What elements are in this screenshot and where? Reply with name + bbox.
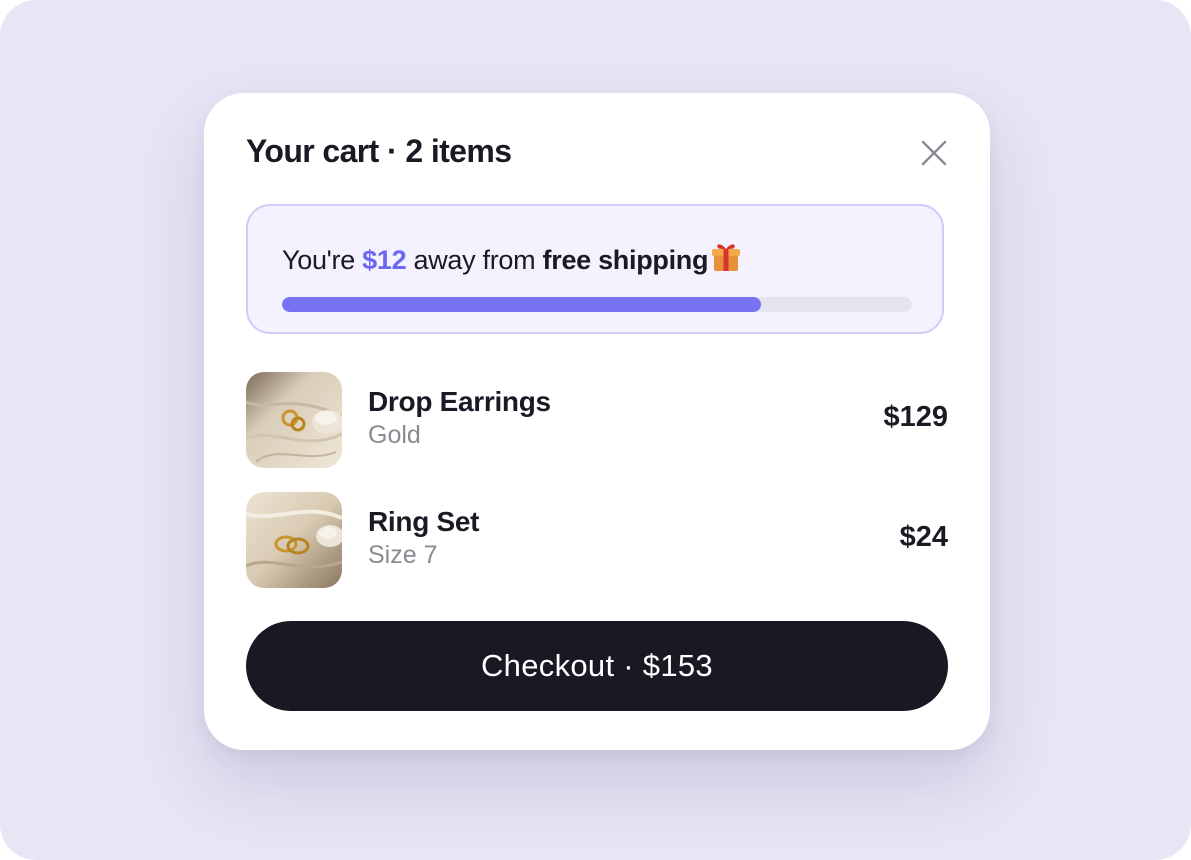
free-shipping-label: free shipping: [542, 245, 709, 275]
shipping-progress-fill: [282, 297, 761, 312]
shipping-remaining-amount: $12: [362, 245, 407, 275]
cart-item[interactable]: Ring Set Size 7 $24: [246, 492, 948, 588]
shipping-middle: away from: [406, 245, 543, 275]
cart-title: Your cart · 2 items: [246, 133, 512, 169]
free-shipping-banner: You're $12 away from free shipping: [246, 204, 944, 334]
item-name: Ring Set: [368, 506, 480, 537]
cart-item[interactable]: Drop Earrings Gold $129: [246, 372, 948, 468]
free-shipping-message: You're $12 away from free shipping: [282, 242, 742, 279]
app-background: Your cart · 2 items You're $12 away from…: [0, 0, 1191, 860]
shipping-prefix: You're: [282, 245, 363, 275]
item-name: Drop Earrings: [368, 386, 551, 417]
checkout-button[interactable]: Checkout · $153: [246, 621, 948, 711]
item-price: $24: [899, 521, 948, 553]
item-variant: Gold: [368, 421, 421, 449]
cart-dialog: Your cart · 2 items You're $12 away from…: [204, 93, 990, 750]
item-price: $129: [883, 401, 948, 433]
gift-icon: [710, 242, 742, 279]
item-variant: Size 7: [368, 541, 438, 569]
shipping-progress-track: [282, 297, 912, 312]
close-icon[interactable]: [916, 135, 952, 171]
ring-set-image: [246, 492, 342, 588]
drop-earrings-image: [246, 372, 342, 468]
